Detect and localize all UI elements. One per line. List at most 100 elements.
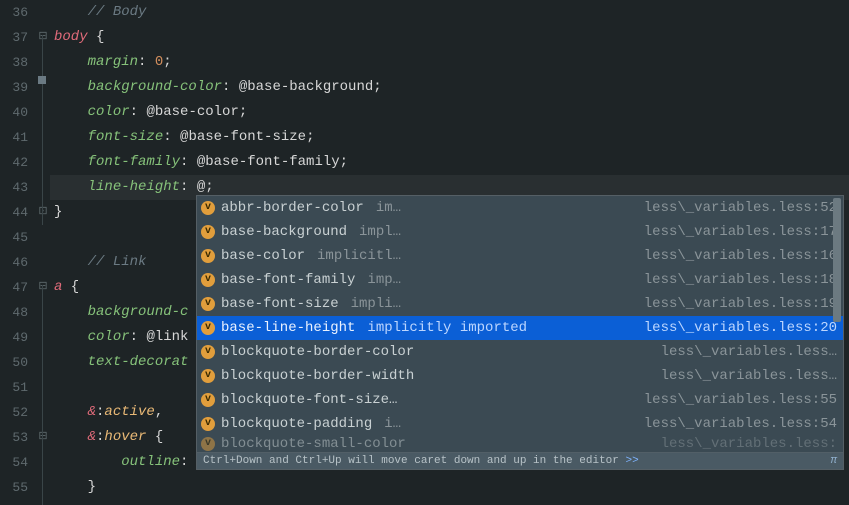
- line-number: 39: [0, 75, 28, 100]
- autocomplete-item[interactable]: vbase-font-sizeimpli…less\_variables.les…: [197, 292, 843, 316]
- variable-icon: v: [201, 345, 215, 359]
- variable-icon: v: [201, 393, 215, 407]
- completion-location: less\_variables.less:55: [644, 389, 837, 411]
- fold-marker[interactable]: ⊟: [36, 275, 50, 300]
- autocomplete-item[interactable]: v blockquote-font-size… less\_variables.le…: [197, 388, 843, 412]
- line-number: 50: [0, 350, 28, 375]
- line-number: 48: [0, 300, 28, 325]
- autocomplete-item[interactable]: v blockquote-border-width less\_variables.…: [197, 364, 843, 388]
- completion-name: blockquote-small-color: [221, 437, 406, 451]
- fold-marker: [36, 150, 50, 175]
- code-line[interactable]: color: @base-color;: [50, 100, 849, 125]
- completion-name: blockquote-font-size…: [221, 389, 397, 411]
- fold-marker: [36, 175, 50, 200]
- line-number-gutter: 3637383940414243444546474849505152535455: [0, 0, 36, 502]
- code-line[interactable]: body {: [50, 25, 849, 50]
- line-number: 40: [0, 100, 28, 125]
- variable-icon: v: [201, 225, 215, 239]
- popup-hint-link[interactable]: >>: [625, 455, 638, 467]
- fold-marker: [36, 50, 50, 75]
- popup-hint-text: Ctrl+Down and Ctrl+Up will move caret do…: [203, 455, 619, 467]
- variable-icon: v: [201, 297, 215, 311]
- fold-marker: [36, 325, 50, 350]
- line-number: 55: [0, 475, 28, 500]
- completion-name: base-background: [221, 221, 347, 243]
- variable-icon: v: [201, 201, 215, 215]
- line-number: 43: [0, 175, 28, 200]
- fold-marker: [36, 475, 50, 500]
- completion-location: less\_variables.less:17: [644, 221, 837, 243]
- code-line[interactable]: font-family: @base-font-family;: [50, 150, 849, 175]
- completion-location: less\_variables.less…: [661, 365, 837, 387]
- fold-marker: [36, 125, 50, 150]
- variable-icon: v: [201, 249, 215, 263]
- code-line[interactable]: font-size: @base-font-size;: [50, 125, 849, 150]
- fold-marker[interactable]: ⊟: [36, 25, 50, 50]
- completion-name: blockquote-border-color: [221, 341, 414, 363]
- pi-icon[interactable]: π: [830, 455, 837, 467]
- completion-name: base-font-size: [221, 293, 339, 315]
- line-number: 38: [0, 50, 28, 75]
- completion-meta: implicitl…: [317, 245, 401, 267]
- line-number: 53: [0, 425, 28, 450]
- completion-name: base-line-height: [221, 317, 355, 339]
- completion-name: base-color: [221, 245, 305, 267]
- completion-location: less\_variables.less:: [661, 437, 837, 451]
- completion-name: blockquote-padding: [221, 413, 372, 435]
- completion-location: less\_variables.less…: [661, 341, 837, 363]
- completion-meta: i…: [384, 413, 401, 435]
- line-number: 41: [0, 125, 28, 150]
- line-number: 54: [0, 450, 28, 475]
- line-number: 52: [0, 400, 28, 425]
- fold-marker: [36, 225, 50, 250]
- line-number: 44: [0, 200, 28, 225]
- line-number: 37: [0, 25, 28, 50]
- completion-meta: imp…: [367, 269, 401, 291]
- code-line[interactable]: // Body: [50, 0, 849, 25]
- line-number: 49: [0, 325, 28, 350]
- fold-marker: [36, 0, 50, 25]
- variable-icon: v: [201, 369, 215, 383]
- fold-marker: [36, 400, 50, 425]
- completion-location: less\_variables.less:20: [644, 317, 837, 339]
- bookmark-marker: [38, 76, 46, 84]
- fold-marker: [36, 375, 50, 400]
- completion-name: abbr-border-color: [221, 197, 364, 219]
- completion-meta: impli…: [351, 293, 401, 315]
- line-number: 42: [0, 150, 28, 175]
- autocomplete-item[interactable]: vabbr-border-colorim…less\_variables.les…: [197, 196, 843, 220]
- variable-icon: v: [201, 437, 215, 451]
- code-line[interactable]: }: [50, 475, 849, 500]
- popup-hint-bar: Ctrl+Down and Ctrl+Up will move caret do…: [197, 452, 843, 469]
- completion-meta: impl…: [359, 221, 401, 243]
- line-number: 46: [0, 250, 28, 275]
- completion-name: base-font-family: [221, 269, 355, 291]
- completion-meta: implicitly imported: [367, 317, 527, 339]
- completion-location: less\_variables.less:54: [644, 413, 837, 435]
- popup-scrollbar[interactable]: [833, 198, 841, 322]
- fold-marker: [36, 300, 50, 325]
- autocomplete-item[interactable]: vbase-colorimplicitl…less\_variables.les…: [197, 244, 843, 268]
- variable-icon: v: [201, 417, 215, 431]
- completion-name: blockquote-border-width: [221, 365, 414, 387]
- fold-marker[interactable]: ⊡: [36, 200, 50, 225]
- line-number: 36: [0, 0, 28, 25]
- autocomplete-item[interactable]: v base-line-height implicitly imported less…: [197, 316, 843, 340]
- line-number: 47: [0, 275, 28, 300]
- autocomplete-item[interactable]: v blockquote-padding i… less\_variables.les…: [197, 412, 843, 436]
- autocomplete-list[interactable]: vabbr-border-colorim…less\_variables.les…: [197, 196, 843, 452]
- fold-marker: [36, 250, 50, 275]
- variable-icon: v: [201, 321, 215, 335]
- code-line[interactable]: margin: 0;: [50, 50, 849, 75]
- fold-marker[interactable]: ⊟: [36, 425, 50, 450]
- autocomplete-item[interactable]: vbase-font-familyimp…less\_variables.les…: [197, 268, 843, 292]
- line-number: 51: [0, 375, 28, 400]
- completion-location: less\_variables.less:52: [644, 197, 837, 219]
- code-line[interactable]: background-color: @base-background;: [50, 75, 849, 100]
- autocomplete-item[interactable]: v base-background impl… less\_variables.les…: [197, 220, 843, 244]
- fold-marker: [36, 100, 50, 125]
- completion-location: less\_variables.less:18: [644, 269, 837, 291]
- autocomplete-popup[interactable]: vabbr-border-colorim…less\_variables.les…: [196, 195, 844, 470]
- autocomplete-item[interactable]: v blockquote-border-color less\_variables.…: [197, 340, 843, 364]
- autocomplete-item[interactable]: v blockquote-small-color less\_variables.l…: [197, 436, 843, 452]
